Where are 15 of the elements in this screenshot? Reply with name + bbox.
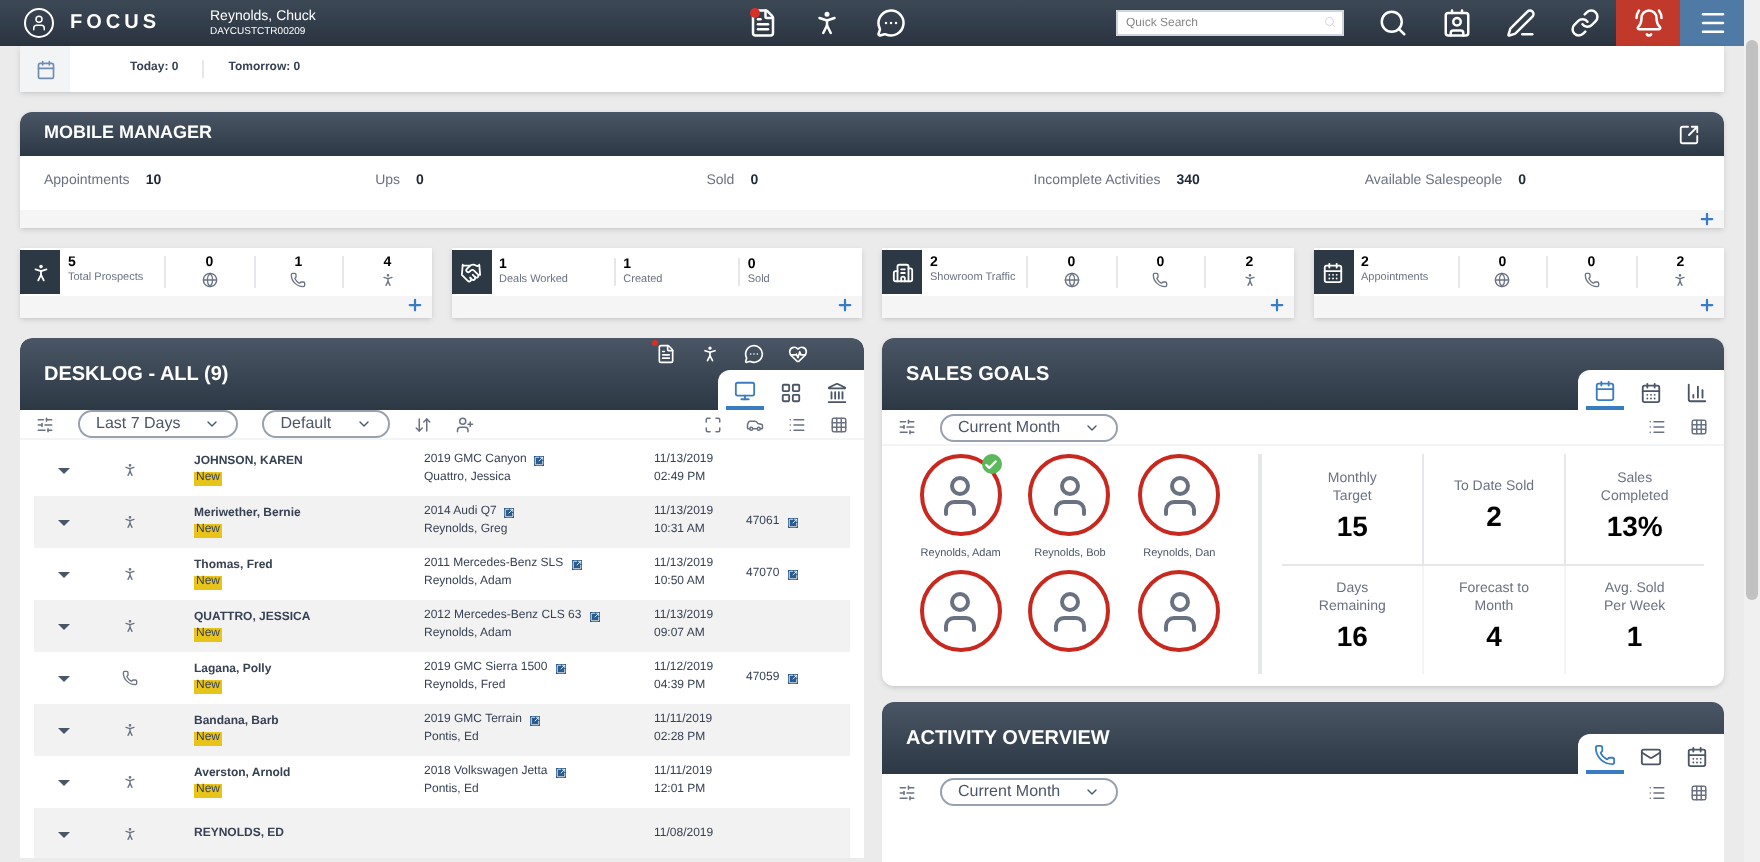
dropdown[interactable]: Last 7 Days [78,410,239,438]
dropdown[interactable]: Current Month [940,778,1119,806]
metric-value: 2 [1486,498,1502,537]
dropdown[interactable]: Default [262,410,390,438]
metric-value: 15 [1336,507,1368,546]
panel-title: ACTIVITY OVERVIEW [906,725,1110,753]
dropdown[interactable]: Current Month [940,413,1119,441]
panel-title: DESKLOG - ALL (9) [44,361,229,389]
metric-value: 4 [1486,618,1502,657]
metric-value: 13% [1606,507,1663,546]
metric-value: 1 [1626,618,1643,657]
panel-title: SALES GOALS [906,361,1050,389]
metric-value: 16 [1336,618,1368,657]
brand-name: FOCUS [70,10,160,38]
panel-title: MOBILE MANAGER [44,120,212,147]
